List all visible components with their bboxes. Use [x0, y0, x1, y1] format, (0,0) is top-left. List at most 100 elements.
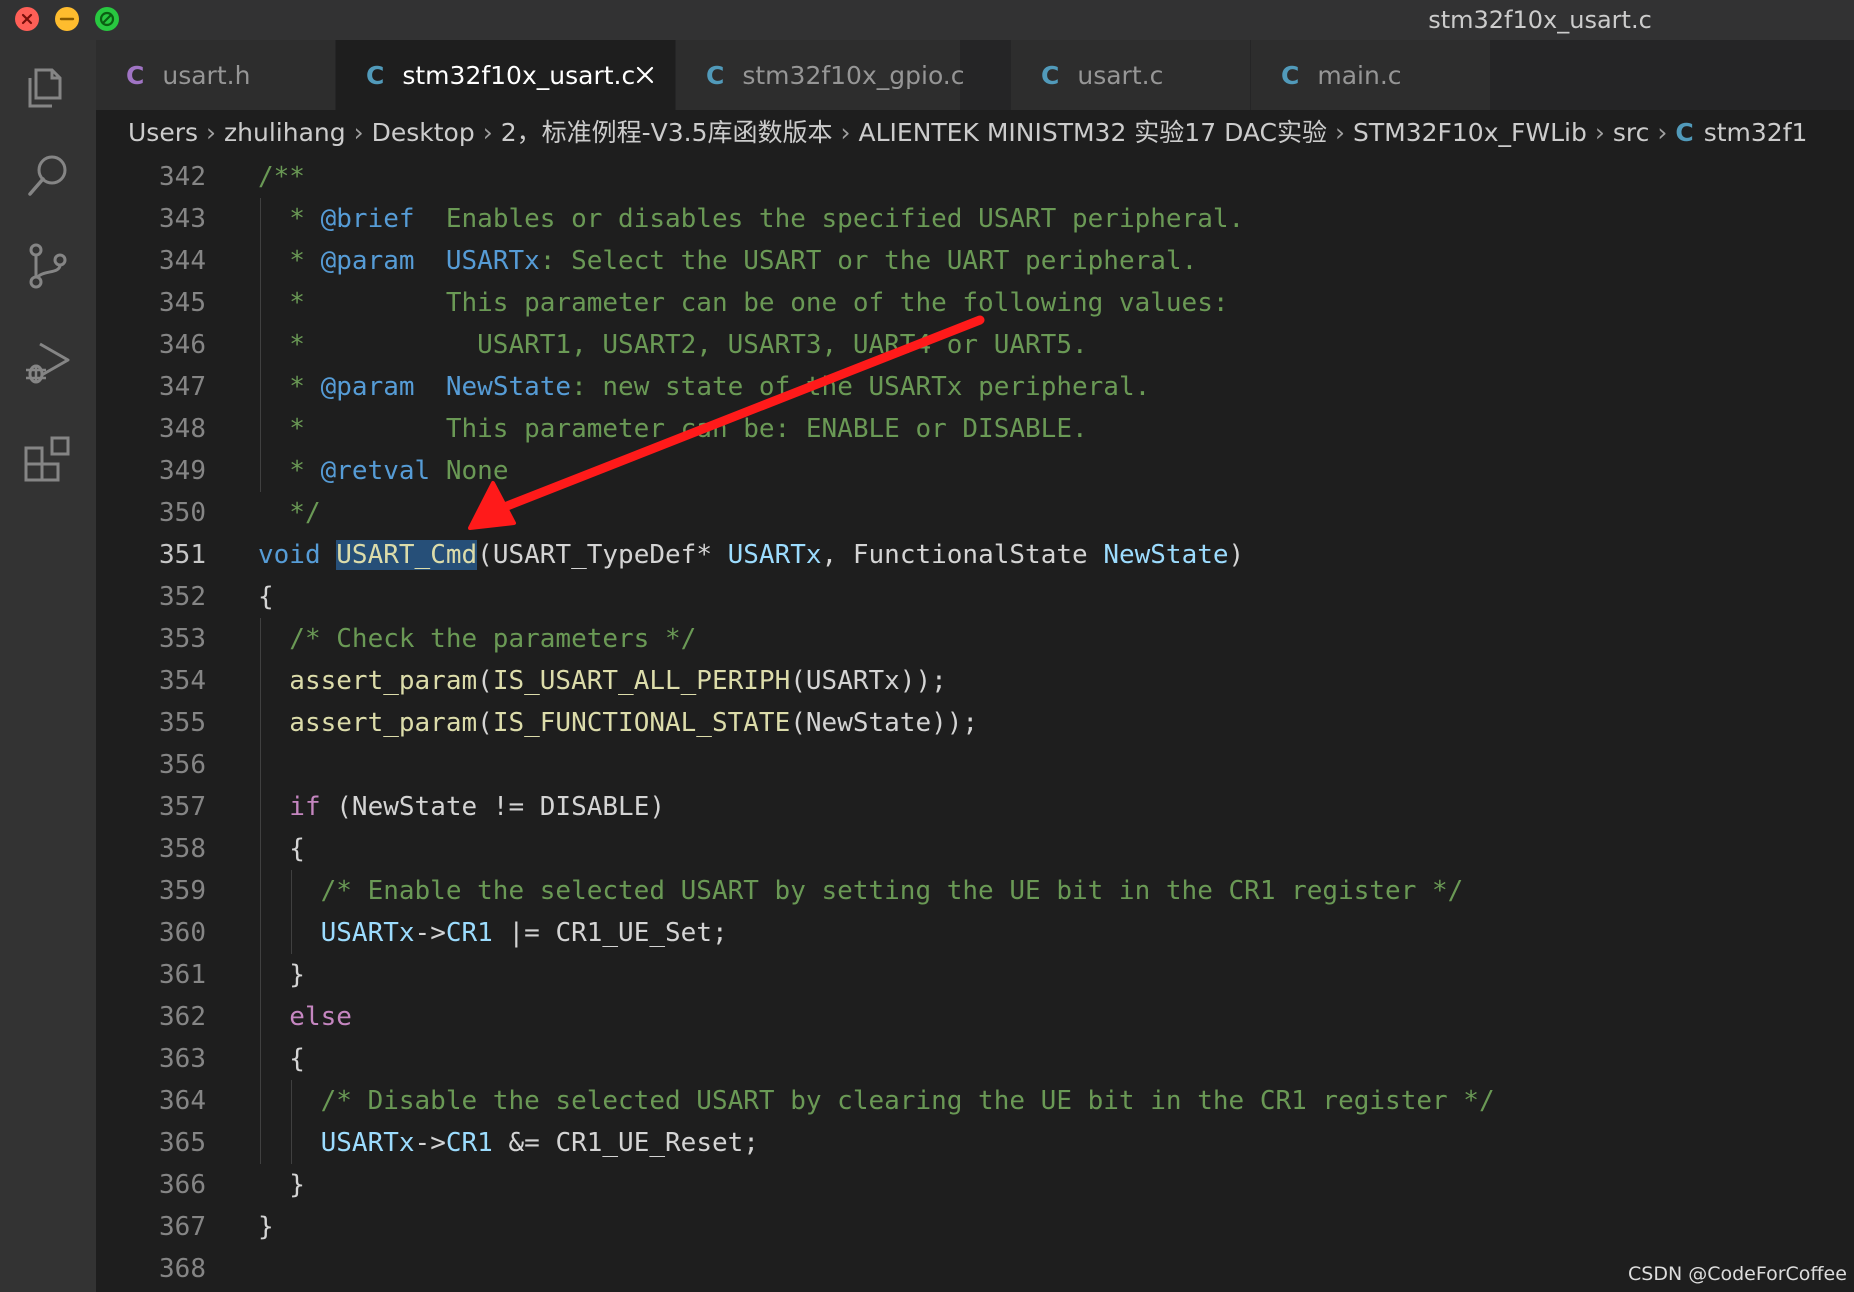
tab-label: main.c [1317, 60, 1402, 90]
breadcrumb-item[interactable]: Users [128, 118, 198, 147]
search-icon[interactable] [22, 150, 74, 202]
tab-stm32f10x-gpio-c[interactable]: C stm32f10x_gpio.c [676, 40, 965, 110]
code-line: * @param NewState: new state of the USAR… [258, 372, 1151, 402]
fullscreen-icon [99, 11, 115, 27]
tab-label: usart.c [1077, 60, 1164, 90]
chevron-right-icon: › [1657, 118, 1668, 147]
code-line: assert_param(IS_FUNCTIONAL_STATE(NewStat… [258, 708, 979, 738]
run-debug-icon[interactable] [22, 336, 74, 388]
code-line: * @retval None [258, 456, 509, 486]
line-number: 347 [159, 372, 206, 402]
tab-usart-c[interactable]: C usart.c [1011, 40, 1251, 110]
tab-label: stm32f10x_usart.c [402, 60, 636, 90]
chevron-right-icon: › [1335, 118, 1345, 147]
line-number: 363 [159, 1044, 206, 1074]
tab-main-c[interactable]: C main.c [1251, 40, 1491, 110]
line-number: 366 [159, 1170, 206, 1200]
code-line: * USART1, USART2, USART3, UART4 or UART5… [258, 330, 1088, 360]
code-line: else [258, 1002, 352, 1032]
activity-bar [0, 40, 96, 1292]
extensions-icon[interactable] [22, 432, 74, 484]
code-line: /** [258, 162, 305, 192]
code-line: { [258, 582, 274, 612]
line-number: 365 [159, 1128, 206, 1158]
close-icon [21, 13, 33, 25]
code-line: * This parameter can be: ENABLE or DISAB… [258, 414, 1088, 444]
code-line: { [258, 1044, 305, 1074]
chevron-right-icon: › [482, 118, 493, 147]
line-number: 355 [159, 708, 206, 738]
selected-function-name: USART_Cmd [336, 540, 478, 570]
code-line: /* Disable the selected USART by clearin… [258, 1086, 1495, 1116]
c-file-icon: C [1675, 118, 1694, 147]
active-line-number: 351 [159, 540, 206, 570]
line-number: 344 [159, 246, 206, 276]
code-area[interactable]: /** * @brief Enables or disables the spe… [258, 156, 1848, 1292]
line-number: 343 [159, 204, 206, 234]
c-file-icon: C [1281, 60, 1300, 90]
code-line: USARTx->CR1 &= CR1_UE_Reset; [258, 1128, 759, 1158]
code-line: { [258, 834, 305, 864]
line-number: 353 [159, 624, 206, 654]
line-number: 354 [159, 666, 206, 696]
explorer-icon[interactable] [22, 60, 74, 112]
code-line: */ [258, 498, 321, 528]
code-line: assert_param(IS_USART_ALL_PERIPH(USARTx)… [258, 666, 947, 696]
c-file-icon: C [366, 60, 385, 90]
close-tab-icon[interactable] [633, 63, 657, 87]
breadcrumb-item[interactable]: Desktop [372, 118, 475, 147]
line-number: 349 [159, 456, 206, 486]
line-number: 367 [159, 1212, 206, 1242]
tab-usart-h[interactable]: C usart.h [96, 40, 336, 110]
line-number-gutter: 342 343 344 345 346 347 348 349 350 351 … [96, 156, 206, 1292]
line-number: 345 [159, 288, 206, 318]
breadcrumb-item[interactable]: zhulihang [224, 118, 346, 147]
breadcrumb-item[interactable]: src [1613, 118, 1650, 147]
code-line-function-signature: void USART_Cmd(USART_TypeDef* USARTx, Fu… [258, 540, 1245, 570]
code-line: if (NewState != DISABLE) [258, 792, 665, 822]
minimize-window-button[interactable] [55, 7, 79, 31]
line-number: 357 [159, 792, 206, 822]
line-number: 359 [159, 876, 206, 906]
breadcrumb: Users › zhulihang › Desktop › 2，标准例程-V3.5库函数版本… [96, 110, 1854, 156]
chevron-right-icon: › [840, 118, 851, 147]
close-window-button[interactable] [15, 7, 39, 31]
line-number: 348 [159, 414, 206, 444]
line-number: 352 [159, 582, 206, 612]
title-bar: stm32f10x_usart.c [0, 0, 1854, 40]
line-number: 361 [159, 960, 206, 990]
chevron-right-icon: › [206, 118, 217, 147]
source-control-icon[interactable] [22, 240, 74, 292]
line-number: 342 [159, 162, 206, 192]
window-title: stm32f10x_usart.c [1428, 6, 1652, 34]
code-line: } [258, 960, 305, 990]
breadcrumb-item[interactable]: ALIENTEK MINISTM32 实验17 DAC实验 [859, 118, 1327, 147]
code-line: /* Enable the selected USART by setting … [258, 876, 1464, 906]
maximize-window-button[interactable] [95, 7, 119, 31]
tab-label: usart.h [162, 60, 251, 90]
tab-stm32f10x-usart-c[interactable]: C stm32f10x_usart.c [336, 40, 676, 110]
line-number: 358 [159, 834, 206, 864]
breadcrumb-item[interactable]: 2，标准例程-V3.5库函数版本 [501, 118, 833, 147]
line-number: 356 [159, 750, 206, 780]
c-file-icon: C [1041, 60, 1060, 90]
line-number: 350 [159, 498, 206, 528]
code-line: * @brief Enables or disables the specifi… [258, 204, 1245, 234]
code-line: } [258, 1212, 274, 1242]
breadcrumb-item[interactable]: STM32F10x_FWLib [1353, 118, 1587, 147]
chevron-right-icon: › [1594, 118, 1605, 147]
tab-bar: C usart.h C stm32f10x_usart.c C stm32f10… [96, 40, 1854, 110]
c-file-icon: C [126, 60, 145, 90]
code-line: USARTx->CR1 |= CR1_UE_Set; [258, 918, 728, 948]
code-line: } [258, 1170, 305, 1200]
breadcrumb-file[interactable]: stm32f1 [1704, 118, 1808, 147]
line-number: 360 [159, 918, 206, 948]
tab-label: stm32f10x_gpio.c [742, 60, 965, 90]
chevron-right-icon: › [353, 118, 364, 147]
watermark: CSDN @CodeForCoffee [1628, 1263, 1847, 1285]
line-number: 364 [159, 1086, 206, 1116]
code-line: * This parameter can be one of the follo… [258, 288, 1229, 318]
line-number: 368 [159, 1254, 206, 1284]
code-line: * @param USARTx: Select the USART or the… [258, 246, 1198, 276]
code-editor[interactable]: 342 343 344 345 346 347 348 349 350 351 … [96, 156, 1854, 1292]
